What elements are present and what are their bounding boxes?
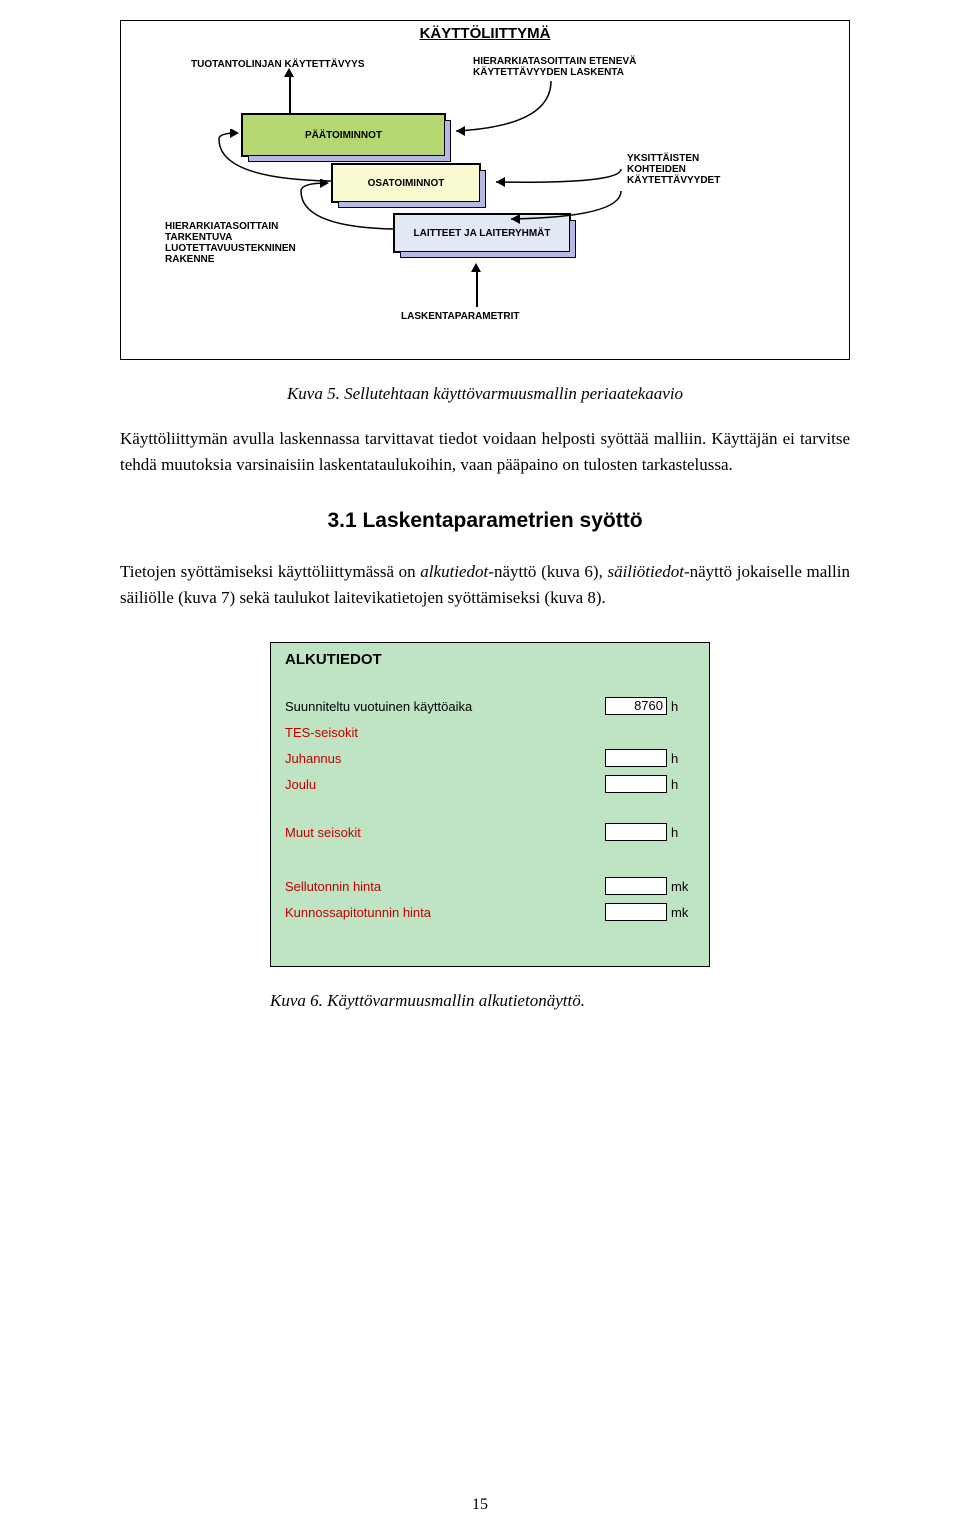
arrow-curve-4 bbox=[291, 179, 401, 237]
label-joulu: Joulu bbox=[285, 777, 605, 792]
input-sellutonnin-hinta[interactable] bbox=[605, 877, 667, 895]
unit-h: h bbox=[667, 777, 695, 792]
unit-mk: mk bbox=[667, 905, 695, 920]
diagram-label-side-right: YKSITTÄISTEN KOHTEIDEN KÄYTETTÄVYYDET bbox=[627, 153, 737, 186]
paragraph-2: Tietojen syöttämiseksi käyttöliittymässä… bbox=[120, 559, 850, 610]
arrow-curve-1 bbox=[441, 81, 561, 141]
caption-figure-6: Kuva 6. Käyttövarmuusmallin alkutietonäy… bbox=[270, 991, 850, 1011]
label-tes-seisokit: TES-seisokit bbox=[285, 725, 695, 740]
input-kayttoaika[interactable]: 8760 bbox=[605, 697, 667, 715]
diagram-label-top-left: TUOTANTOLINJAN KÄYTETTÄVYYS bbox=[191, 59, 371, 70]
arrow-curve-3 bbox=[481, 149, 631, 224]
page-number: 15 bbox=[0, 1496, 960, 1514]
unit-mk: mk bbox=[667, 879, 695, 894]
input-juhannus[interactable] bbox=[605, 749, 667, 767]
alkutiedot-form: ALKUTIEDOT Suunniteltu vuotuinen käyttöa… bbox=[270, 642, 710, 967]
unit-h: h bbox=[667, 825, 695, 840]
diagram-container: KÄYTTÖLIITTYMÄ TUOTANTOLINJAN KÄYTETTÄVY… bbox=[120, 20, 850, 360]
label-juhannus: Juhannus bbox=[285, 751, 605, 766]
label-sellutonnin-hinta: Sellutonnin hinta bbox=[285, 879, 605, 894]
label-kayttoaika: Suunniteltu vuotuinen käyttöaika bbox=[285, 699, 605, 714]
unit-h: h bbox=[667, 699, 695, 714]
input-joulu[interactable] bbox=[605, 775, 667, 793]
label-muut-seisokit: Muut seisokit bbox=[285, 825, 605, 840]
form-title: ALKUTIEDOT bbox=[285, 651, 695, 668]
diagram-title: KÄYTTÖLIITTYMÄ bbox=[121, 21, 849, 42]
input-muut-seisokit[interactable] bbox=[605, 823, 667, 841]
unit-h: h bbox=[667, 751, 695, 766]
label-kunnossapitotunnin-hinta: Kunnossapitotunnin hinta bbox=[285, 905, 605, 920]
caption-figure-5: Kuva 5. Sellutehtaan käyttövarmuusmallin… bbox=[120, 384, 850, 404]
section-heading-3-1: 3.1 Laskentaparametrien syöttö bbox=[120, 509, 850, 533]
paragraph-1: Käyttöliittymän avulla laskennassa tarvi… bbox=[120, 426, 850, 477]
diagram-label-top-right: HIERARKIATASOITTAIN ETENEVÄ KÄYTETTÄVYYD… bbox=[473, 56, 673, 78]
diagram-label-bottom: LASKENTAPARAMETRIT bbox=[401, 311, 520, 322]
input-kunnossapitotunnin-hinta[interactable] bbox=[605, 903, 667, 921]
